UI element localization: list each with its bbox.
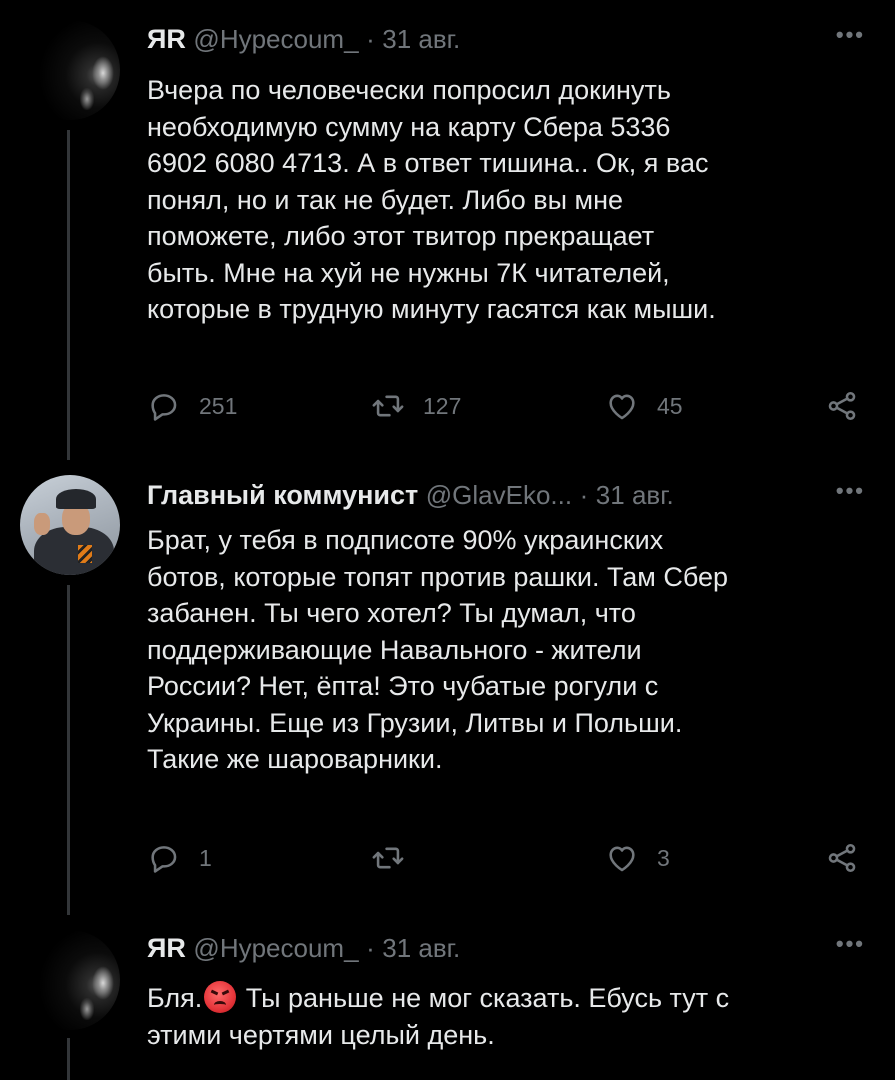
retweet-count: 127 — [423, 392, 462, 419]
tweet-date[interactable]: 31 авг. — [382, 24, 460, 54]
thread-line — [67, 1038, 70, 1080]
like-count: 45 — [657, 392, 683, 419]
more-icon[interactable]: ••• — [836, 23, 865, 47]
avatar[interactable] — [20, 20, 120, 120]
tweet-header: ЯR @Hypecoum_ · 31 авг. ••• — [147, 932, 865, 964]
tweet-actions: 251 127 45 — [147, 386, 865, 426]
avatar-hand — [34, 513, 50, 535]
retweet-button[interactable]: 127 — [371, 386, 461, 426]
share-icon — [828, 391, 856, 421]
avatar-glow — [92, 56, 114, 90]
more-icon[interactable]: ••• — [836, 932, 865, 956]
separator-dot: · — [579, 480, 589, 510]
more-icon[interactable]: ••• — [836, 479, 865, 503]
tweet-text-start: Бля. — [147, 983, 203, 1013]
heart-icon — [609, 394, 635, 420]
tweet-date[interactable]: 31 авг. — [596, 480, 674, 510]
reply-button[interactable]: 251 — [147, 386, 237, 426]
retweet-icon — [372, 395, 404, 417]
like-count: 3 — [657, 844, 670, 871]
reply-icon — [151, 394, 177, 421]
reply-icon — [151, 846, 177, 873]
avatar-ribbon — [78, 545, 92, 563]
avatar[interactable] — [20, 475, 120, 575]
thread-line — [67, 585, 70, 915]
retweet-button[interactable] — [371, 838, 423, 878]
heart-icon — [609, 846, 635, 872]
like-button[interactable]: 45 — [605, 386, 683, 426]
avatar-figure — [80, 998, 94, 1020]
like-button[interactable]: 3 — [605, 838, 670, 878]
tweet-text: Вчера по человечески попросил докинуть н… — [147, 75, 716, 324]
reply-button[interactable]: 1 — [147, 838, 212, 878]
avatar[interactable] — [20, 930, 120, 1030]
share-icon — [828, 843, 856, 873]
tweet-text: Брат, у тебя в подписоте 90% украинских … — [147, 525, 729, 774]
author-handle[interactable]: @Hypecoum_ — [193, 24, 358, 54]
separator-dot: · — [366, 933, 375, 963]
reply-count: 251 — [199, 392, 238, 419]
avatar-figure — [80, 88, 94, 110]
tweet-2[interactable]: Главный коммунист @GlavEko... · 31 авг. … — [0, 470, 895, 920]
author-name[interactable]: ЯR — [147, 24, 186, 54]
retweet-icon — [372, 847, 404, 869]
tweet-text: Бля. Ты раньше не мог сказать. Ебусь тут… — [147, 980, 862, 1053]
reply-count: 1 — [199, 844, 212, 871]
author-handle[interactable]: @Hypecoum_ — [193, 933, 358, 963]
separator-dot: · — [366, 24, 375, 54]
tweet-1[interactable]: ЯR @Hypecoum_ · 31 авг. ••• Вчера по чел… — [0, 0, 895, 470]
author-name[interactable]: ЯR — [147, 933, 186, 963]
avatar-glow — [92, 966, 114, 1000]
thread-line — [67, 130, 70, 460]
author-name[interactable]: Главный коммунист — [147, 480, 418, 510]
share-button[interactable] — [825, 838, 859, 878]
tweet-header: Главный коммунист @GlavEko... · 31 авг. … — [147, 479, 865, 511]
tweet-header: ЯR @Hypecoum_ · 31 авг. ••• — [147, 23, 865, 55]
avatar-hat — [56, 489, 96, 509]
share-button[interactable] — [825, 386, 859, 426]
tweet-date[interactable]: 31 авг. — [382, 933, 460, 963]
author-handle[interactable]: @GlavEko... — [426, 480, 572, 510]
tweet-3[interactable]: ЯR @Hypecoum_ · 31 авг. ••• Бля. Ты рань… — [0, 920, 895, 1080]
tweet-actions: 1 3 — [147, 838, 865, 878]
angry-face-emoji-icon — [204, 981, 237, 1013]
